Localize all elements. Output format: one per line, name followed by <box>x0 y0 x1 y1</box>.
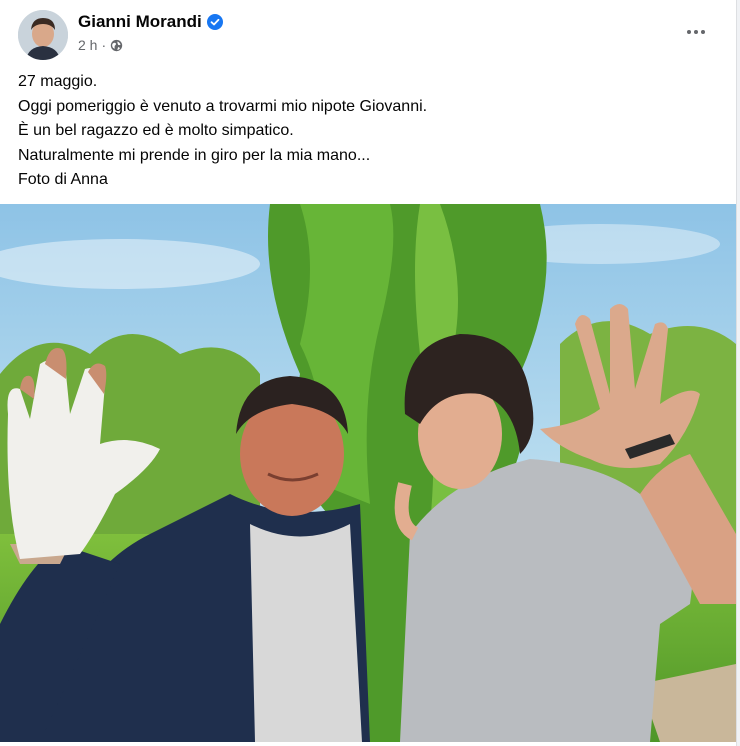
facebook-post: Gianni Morandi 2 h · 27 maggio. Oggi pom… <box>0 0 737 746</box>
author-row: Gianni Morandi <box>78 12 223 32</box>
post-timestamp[interactable]: 2 h <box>78 37 97 53</box>
meta-separator: · <box>101 37 107 53</box>
post-text-line: Foto di Anna <box>18 171 108 188</box>
more-options-icon <box>687 30 691 34</box>
author-name[interactable]: Gianni Morandi <box>78 12 202 32</box>
post-text-line: Naturalmente mi prende in giro per la mi… <box>18 146 371 164</box>
globe-icon[interactable] <box>110 39 123 52</box>
post-meta: 2 h · <box>78 37 123 53</box>
post-photo[interactable] <box>0 204 736 742</box>
post-text-line: Oggi pomeriggio è venuto a trovarmi mio … <box>18 97 428 115</box>
post-text: 27 maggio. Oggi pomeriggio è venuto a tr… <box>18 70 718 193</box>
more-options-button[interactable] <box>678 20 714 44</box>
post-text-line: È un bel ragazzo ed è molto simpatico. <box>18 122 294 139</box>
verified-badge-icon <box>206 14 223 30</box>
post-header: Gianni Morandi 2 h · <box>18 10 718 62</box>
post-text-line: 27 maggio. <box>18 73 98 90</box>
avatar[interactable] <box>18 10 68 60</box>
